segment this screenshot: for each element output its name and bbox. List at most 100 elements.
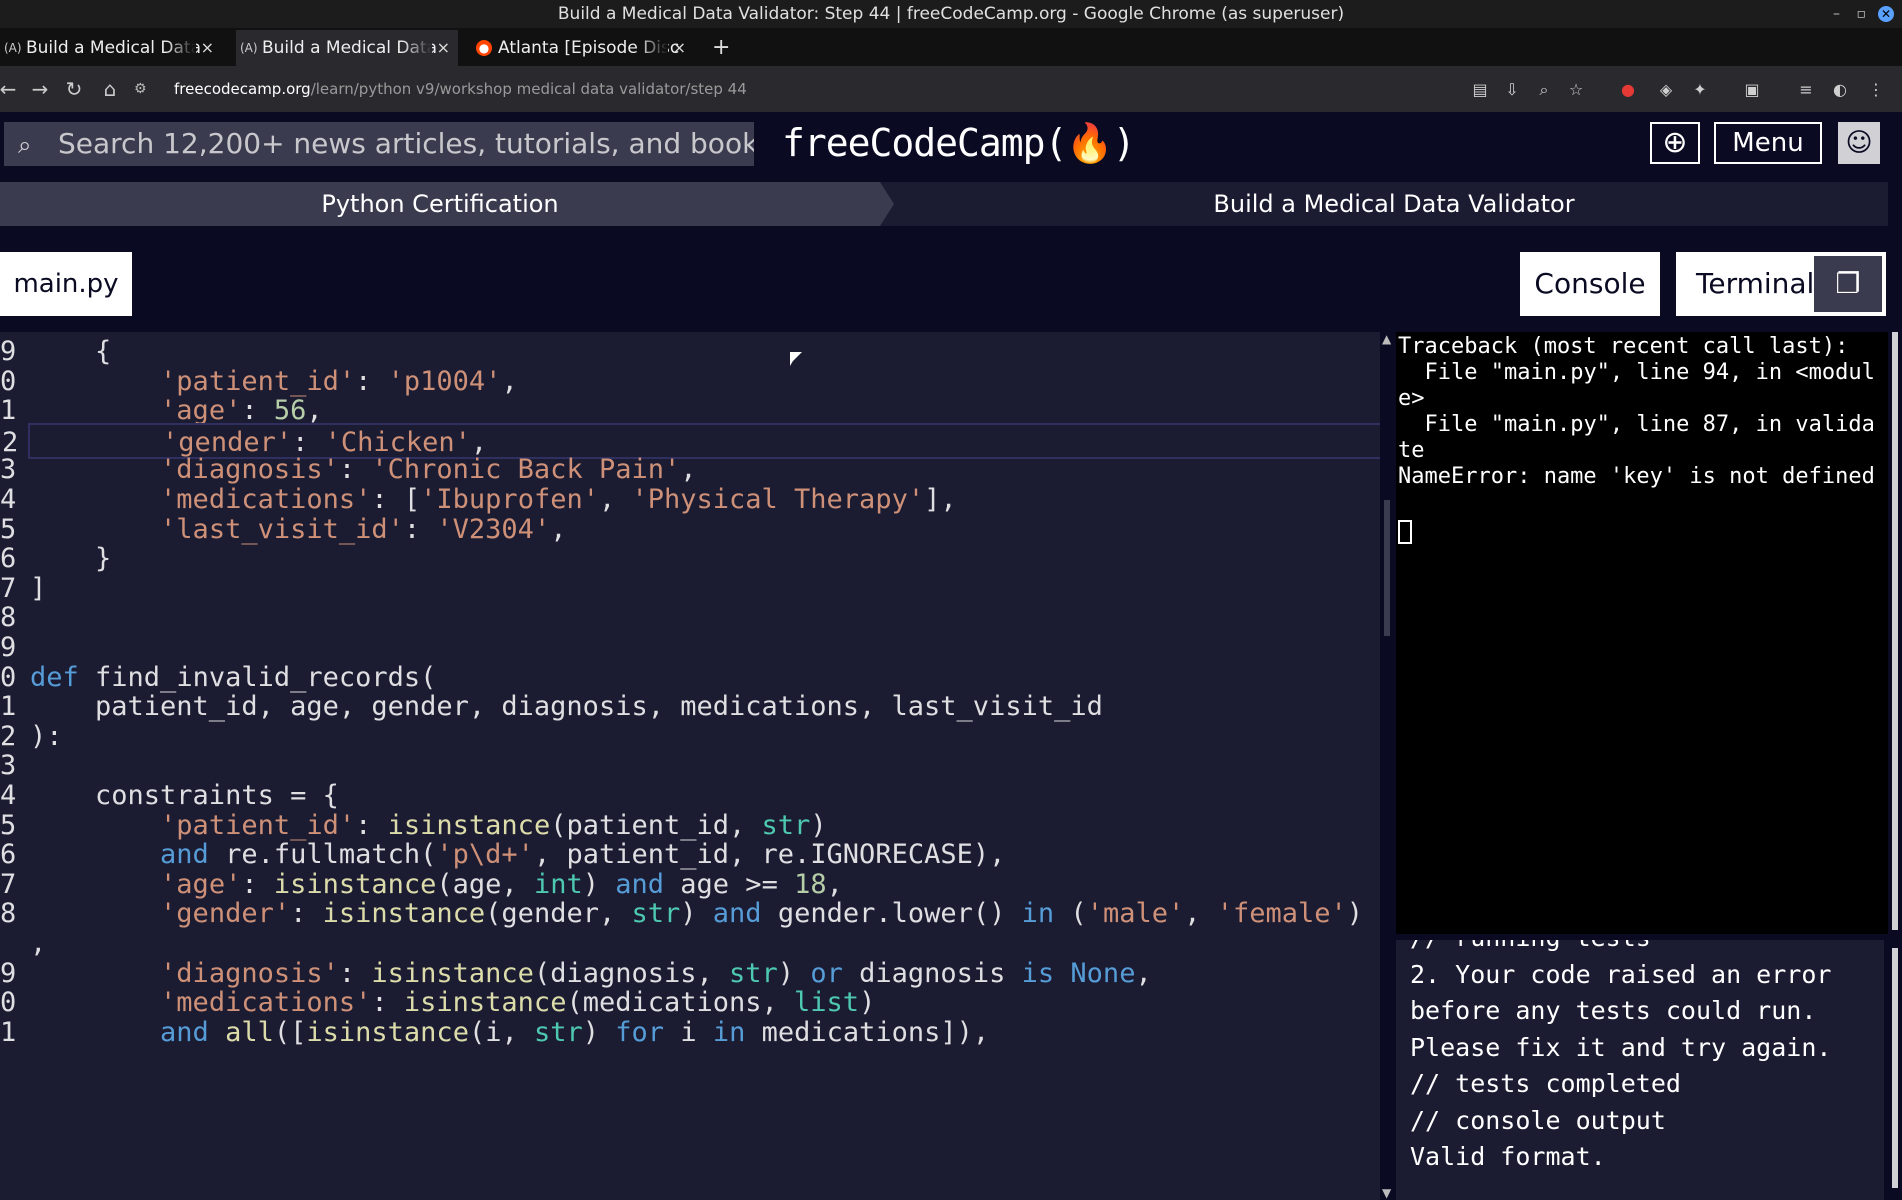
- code-token: ): [859, 987, 876, 1019]
- clipboard-icon[interactable]: ▤: [1470, 80, 1490, 100]
- code-token: or: [810, 957, 843, 989]
- avatar[interactable]: ☺: [1838, 122, 1880, 164]
- code-editor[interactable]: 9 {0 'patient_id': 'p1004', 1 'age': 56, 2…: [0, 332, 1380, 1200]
- browser-tab-2[interactable]: (A) Build a Medical Data ×: [236, 30, 458, 66]
- chrome-menu-icon[interactable]: ⋮: [1866, 80, 1886, 100]
- site-info-icon[interactable]: ⚙: [134, 74, 147, 104]
- terminal-text: Traceback (most recent call last): File …: [1398, 334, 1875, 489]
- address-bar[interactable]: ⚙ freecodecamp.org/learn/python v9/works…: [134, 74, 1470, 104]
- bookmark-star-icon[interactable]: ☆: [1566, 80, 1586, 100]
- code-token: patient_id, age, gender, diagnosis, medi…: [30, 691, 1103, 723]
- scroll-down-icon[interactable]: ▼: [1382, 1186, 1391, 1200]
- new-tab-button[interactable]: +: [712, 30, 730, 66]
- code-token: ): [1346, 898, 1364, 930]
- home-icon[interactable]: ⌂: [96, 74, 124, 104]
- console-button[interactable]: Console: [1520, 252, 1660, 316]
- code-token: in: [712, 1016, 746, 1048]
- code-token: 'age': [160, 395, 242, 427]
- code-token: :: [290, 898, 323, 930]
- code-token: ): [777, 957, 811, 989]
- popout-window-icon[interactable]: ❐: [1814, 256, 1882, 312]
- breadcrumb-project[interactable]: Build a Medical Data Validator: [900, 182, 1888, 226]
- console-scrollbar[interactable]: [1888, 930, 1902, 1200]
- scroll-up-icon[interactable]: ▲: [1382, 332, 1391, 346]
- console-line: // console output: [1410, 1105, 1666, 1135]
- code-token: age >=: [664, 868, 795, 900]
- code-token: 'age': [160, 868, 242, 900]
- maximize-icon[interactable]: ▫: [1857, 0, 1867, 28]
- code-token: int: [533, 868, 583, 900]
- console-line: // tests completed: [1410, 1069, 1681, 1098]
- code-token: :: [338, 454, 372, 486]
- extension-red-icon[interactable]: ●: [1618, 80, 1638, 100]
- mouse-cursor: [790, 352, 802, 366]
- code-token: ): [680, 898, 713, 930]
- code-token: ,: [30, 928, 47, 959]
- code-token: 'medications': [160, 987, 372, 1019]
- profile-icon[interactable]: ◐: [1830, 80, 1850, 100]
- terminal-button[interactable]: Terminal ❐: [1676, 252, 1886, 316]
- menu-button[interactable]: Menu: [1714, 122, 1822, 164]
- code-token: : [: [371, 484, 421, 515]
- code-token: medications]),: [745, 1016, 990, 1048]
- browser-tab-1[interactable]: (A) Build a Medical Data ×: [0, 30, 222, 66]
- language-globe-icon[interactable]: ⊕: [1650, 122, 1700, 164]
- breadcrumb-arrow: [880, 182, 894, 226]
- forward-icon[interactable]: →: [26, 74, 54, 104]
- code-token: isinstance: [371, 957, 534, 989]
- file-tab-main-py[interactable]: main.py: [0, 252, 132, 316]
- console-line: 2. Your code raised an error before any …: [1410, 959, 1847, 1062]
- extensions-puzzle-icon[interactable]: ✦: [1690, 80, 1710, 100]
- console-line: // running tests: [1410, 940, 1884, 957]
- code-token: , patient_id, re.IGNORECASE),: [533, 839, 1006, 871]
- search-icon: ⌕: [18, 131, 32, 159]
- url-path: /learn/python v9/workshop medical data v…: [310, 80, 747, 98]
- breadcrumb: Python Certification Build a Medical Dat…: [0, 182, 1888, 226]
- code-token: list: [794, 987, 860, 1019]
- tab-close-icon[interactable]: ×: [673, 30, 686, 66]
- reload-icon[interactable]: ↻: [60, 74, 88, 104]
- code-token: ]: [30, 572, 47, 604]
- terminal-scrollbar[interactable]: [1888, 332, 1902, 930]
- install-icon[interactable]: ⇩: [1502, 80, 1522, 100]
- editor-scrollbar[interactable]: [1380, 332, 1396, 1200]
- reddit-favicon-icon: ●: [476, 40, 492, 56]
- browser-tab-3[interactable]: ● Atlanta [Episode Disc ×: [472, 30, 694, 66]
- extension-badge-icon[interactable]: ◈: [1656, 80, 1676, 100]
- fcc-logo[interactable]: freeCodeCamp(🔥): [782, 120, 1136, 166]
- code-token: all: [225, 1016, 274, 1048]
- code-token: (gender,: [485, 898, 632, 930]
- window-titlebar: Build a Medical Data Validator: Step 44 …: [0, 0, 1902, 28]
- tab-close-icon[interactable]: ×: [201, 30, 214, 66]
- code-token: None: [1070, 957, 1136, 989]
- code-token: str: [533, 1016, 583, 1048]
- code-token: :: [241, 868, 274, 900]
- reading-list-icon[interactable]: ≡: [1796, 80, 1816, 100]
- fcc-favicon-icon: (A): [4, 41, 22, 55]
- tab-search-icon[interactable]: ▣: [1742, 80, 1762, 100]
- search-input[interactable]: ⌕ Search 12,200+ news articles, tutorial…: [4, 122, 754, 166]
- code-token: :: [371, 987, 404, 1019]
- code-token: isinstance: [273, 868, 437, 900]
- code-token: 'Physical Therapy': [631, 484, 925, 515]
- minimize-icon[interactable]: –: [1833, 0, 1840, 28]
- code-token: 'diagnosis': [160, 957, 339, 989]
- code-line[interactable]: 1 and all([isinstance(i, str) for i in m…: [0, 1015, 1380, 1051]
- terminal-output[interactable]: Traceback (most recent call last): File …: [1396, 332, 1888, 934]
- code-token: 'p\d+': [436, 839, 534, 871]
- terminal-cursor: [1398, 520, 1412, 544]
- code-token: 'p1004': [387, 365, 502, 397]
- tab-close-icon[interactable]: ×: [437, 30, 450, 66]
- code-token: 'V2304': [436, 513, 551, 545]
- code-token: isinstance: [403, 987, 567, 1019]
- window-close-icon[interactable]: ✕: [1878, 6, 1894, 22]
- breadcrumb-certification[interactable]: Python Certification: [0, 182, 880, 226]
- zoom-icon[interactable]: ⌕: [1534, 80, 1554, 100]
- back-icon[interactable]: ←: [0, 74, 22, 104]
- code-token: (i,: [468, 1016, 534, 1048]
- editor-scroll-thumb[interactable]: [1384, 500, 1390, 636]
